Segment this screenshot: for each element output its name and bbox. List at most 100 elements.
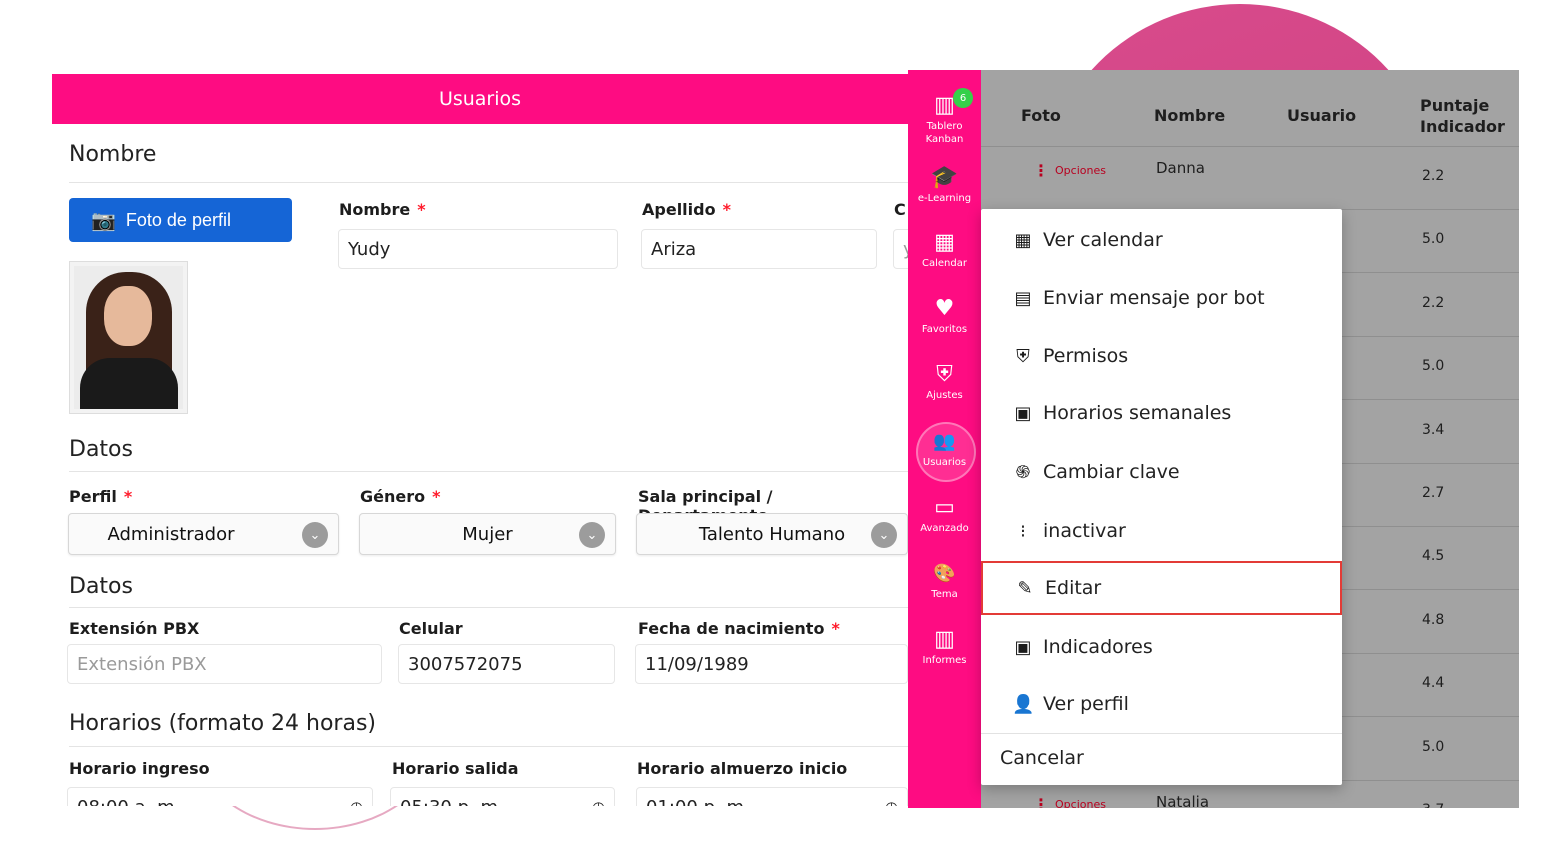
clock-icon[interactable]: ◷ bbox=[350, 798, 363, 806]
nav-item-label: Informes bbox=[922, 655, 967, 666]
more-vertical-icon: ⋮ bbox=[1033, 161, 1049, 180]
nav-item-avanzado[interactable]: ▭ Avanzado bbox=[908, 496, 981, 535]
row-options-button[interactable]: ⋮ Opciones bbox=[1033, 161, 1106, 180]
calendar-icon: ▦ bbox=[1014, 229, 1032, 251]
cell-puntaje: 4.4 bbox=[1422, 675, 1445, 691]
sala-select[interactable]: Talento Humano ⌄ bbox=[636, 513, 908, 555]
cell-puntaje: 2.7 bbox=[1422, 485, 1445, 501]
cell-puntaje: 5.0 bbox=[1422, 231, 1445, 247]
nav-item-label: Tema bbox=[931, 589, 958, 600]
menu-item-label: Editar bbox=[1045, 577, 1102, 599]
extension-label: Extensión PBX bbox=[69, 619, 200, 638]
menu-item-label: Horarios semanales bbox=[1043, 402, 1232, 424]
divider bbox=[981, 146, 1519, 147]
heart-icon: ♥ bbox=[934, 296, 955, 321]
genero-select[interactable]: Mujer ⌄ bbox=[359, 513, 616, 555]
calendar-week-icon: ▣ bbox=[1014, 402, 1032, 424]
horario-ingreso-field[interactable]: 08:00 a. m. ◷ bbox=[67, 787, 373, 806]
nav-item-label: Usuarios bbox=[922, 457, 967, 468]
divider bbox=[69, 607, 908, 608]
palette-icon: 🎨 bbox=[933, 563, 956, 584]
nav-item-usuarios[interactable]: 👥 Usuarios bbox=[908, 430, 981, 469]
nav-item-label: e-Learning bbox=[917, 193, 972, 204]
menu-item-permisos[interactable]: ⛨ Permisos bbox=[981, 329, 1342, 383]
cut-off-label: C bbox=[894, 200, 906, 219]
menu-item-ver-calendar[interactable]: ▦ Ver calendar bbox=[981, 213, 1342, 267]
section-title-datos-contacto: Datos bbox=[69, 574, 133, 599]
cell-puntaje: 2.2 bbox=[1422, 168, 1445, 184]
perfil-label: Perfil * bbox=[69, 487, 133, 506]
horario-almuerzo-value: 01:00 p. m. bbox=[646, 797, 750, 807]
nav-item-e-learning[interactable]: 🎓 e-Learning bbox=[908, 166, 981, 205]
nav-item-tablero-kanban[interactable]: ▥ Tablero Kanban bbox=[908, 94, 981, 146]
menu-item-inactivar[interactable]: ⁝ inactivar bbox=[981, 504, 1342, 558]
cancel-button[interactable]: Cancelar bbox=[1000, 747, 1084, 769]
clock-icon[interactable]: ◷ bbox=[885, 798, 898, 806]
section-title-horarios: Horarios (formato 24 horas) bbox=[69, 711, 377, 736]
cell-puntaje: 4.5 bbox=[1422, 548, 1445, 564]
profile-photo-button[interactable]: 📷 Foto de perfil bbox=[69, 198, 292, 242]
menu-item-enviar-mensaje-por-bot[interactable]: ▤ Enviar mensaje por bot bbox=[981, 271, 1342, 325]
clock-icon[interactable]: ◷ bbox=[592, 798, 605, 806]
cell-nombre: Natalia bbox=[1156, 793, 1210, 808]
menu-item-indicadores[interactable]: ▣ Indicadores bbox=[981, 620, 1342, 674]
fecha-nacimiento-field[interactable]: 11/09/1989 bbox=[635, 644, 908, 684]
cell-puntaje: 4.8 bbox=[1422, 612, 1445, 628]
celular-field[interactable]: 3007572075 bbox=[398, 644, 615, 684]
cell-puntaje: 2.2 bbox=[1422, 295, 1445, 311]
menu-item-editar[interactable]: ✎ Editar bbox=[981, 561, 1342, 615]
menu-item-label: Permisos bbox=[1043, 345, 1129, 367]
column-header-foto: Foto bbox=[1021, 106, 1061, 125]
horario-salida-field[interactable]: 05:30 p. m. ◷ bbox=[390, 787, 615, 806]
cell-puntaje: 3.7 bbox=[1422, 802, 1444, 808]
apellido-label: Apellido * bbox=[642, 200, 731, 219]
chart-icon: ▥ bbox=[934, 93, 955, 118]
profile-photo bbox=[69, 261, 188, 414]
row-options-label: Opciones bbox=[1055, 798, 1106, 808]
camera-icon: 📷 bbox=[91, 209, 116, 232]
cut-off-field[interactable]: y bbox=[893, 229, 908, 269]
nav-item-label: Avanzado bbox=[920, 523, 969, 534]
perfil-select-value: Administrador bbox=[107, 523, 235, 545]
horario-almuerzo-field[interactable]: 01:00 p. m. ◷ bbox=[636, 787, 908, 806]
nav-item-favoritos[interactable]: ♥ Favoritos bbox=[908, 297, 981, 336]
nav-item-informes[interactable]: ▥ Informes bbox=[908, 628, 981, 667]
nombre-label: Nombre * bbox=[339, 200, 426, 219]
message-icon: ▤ bbox=[1014, 287, 1032, 309]
menu-item-cambiar-clave[interactable]: ֍ Cambiar clave bbox=[981, 445, 1342, 499]
section-title-nombre: Nombre bbox=[69, 142, 157, 167]
row-options-label: Opciones bbox=[1055, 164, 1106, 177]
menu-item-ver-perfil[interactable]: 👤 Ver perfil bbox=[981, 677, 1342, 731]
nav-item-label: Ajustes bbox=[926, 390, 963, 401]
apellido-field[interactable]: Ariza bbox=[641, 229, 877, 269]
chevron-down-icon: ⌄ bbox=[302, 522, 328, 548]
users-icon: 👥 bbox=[933, 431, 956, 452]
more-vertical-icon: ⋮ bbox=[1033, 795, 1049, 808]
perfil-select[interactable]: Administrador ⌄ bbox=[68, 513, 339, 555]
shield-check-icon: ⛨ bbox=[1016, 345, 1030, 367]
divider bbox=[69, 746, 908, 747]
nav-item-ajustes[interactable]: ⛨ Ajustes bbox=[908, 363, 981, 402]
divider bbox=[69, 182, 908, 183]
graduation-cap-icon: 🎓 bbox=[930, 165, 959, 190]
fingerprint-icon: ֍ bbox=[1015, 462, 1031, 483]
chevron-down-icon: ⌄ bbox=[871, 522, 897, 548]
genero-label: Género * bbox=[360, 487, 441, 506]
sala-select-value: Talento Humano bbox=[698, 523, 846, 545]
section-title-datos: Datos bbox=[69, 437, 133, 462]
cell-nombre: Danna bbox=[1156, 159, 1205, 177]
nav-item-label: Calendar bbox=[922, 258, 967, 269]
row-options-button[interactable]: ⋮ Opciones bbox=[1033, 795, 1106, 808]
shield-icon: ⛨ bbox=[936, 362, 953, 387]
nombre-field[interactable]: Yudy bbox=[338, 229, 618, 269]
menu-item-horarios-semanales[interactable]: ▣ Horarios semanales bbox=[981, 386, 1342, 440]
pencil-icon: ✎ bbox=[1017, 577, 1033, 599]
column-header-usuario: Usuario bbox=[1287, 106, 1357, 125]
salida-label: Horario salida bbox=[392, 759, 519, 778]
traffic-light-icon: ⁝ bbox=[1020, 520, 1026, 542]
nav-item-tema[interactable]: 🎨 Tema bbox=[908, 562, 981, 601]
nav-item-calendar[interactable]: ▦ Calendar bbox=[908, 231, 981, 270]
extension-field[interactable]: Extensión PBX bbox=[67, 644, 382, 684]
ingreso-label: Horario ingreso bbox=[69, 759, 210, 778]
celular-label: Celular bbox=[399, 619, 463, 638]
